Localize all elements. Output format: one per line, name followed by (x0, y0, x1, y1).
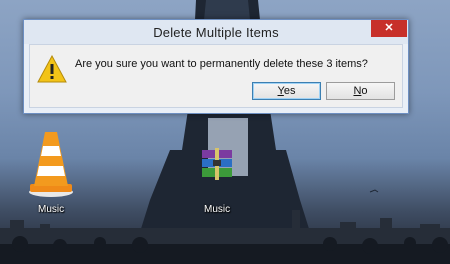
warning-icon (37, 55, 67, 83)
delete-confirmation-dialog: Delete Multiple Items ✕ Are you sure you… (23, 19, 409, 114)
no-button-label: o (361, 85, 368, 97)
dialog-body: Are you sure you want to permanently del… (29, 44, 403, 108)
yes-button[interactable]: Yes (252, 82, 321, 100)
dialog-titlebar[interactable]: Delete Multiple Items ✕ (24, 20, 408, 44)
close-button[interactable]: ✕ (371, 20, 407, 37)
desktop-icon-label: Music (38, 204, 65, 215)
winrar-books-icon (202, 148, 232, 180)
desktop-icon-vlc-music[interactable]: Music (28, 128, 74, 218)
desktop-icon-winrar-music[interactable]: Music (196, 148, 236, 218)
desktop-icon-label: Music (204, 204, 231, 215)
dialog-message: Are you sure you want to permanently del… (75, 58, 368, 70)
yes-button-label: es (283, 85, 296, 97)
no-button[interactable]: No (326, 82, 395, 100)
vlc-cone-icon (29, 132, 73, 197)
dialog-title: Delete Multiple Items (153, 25, 279, 40)
close-icon: ✕ (384, 22, 394, 34)
